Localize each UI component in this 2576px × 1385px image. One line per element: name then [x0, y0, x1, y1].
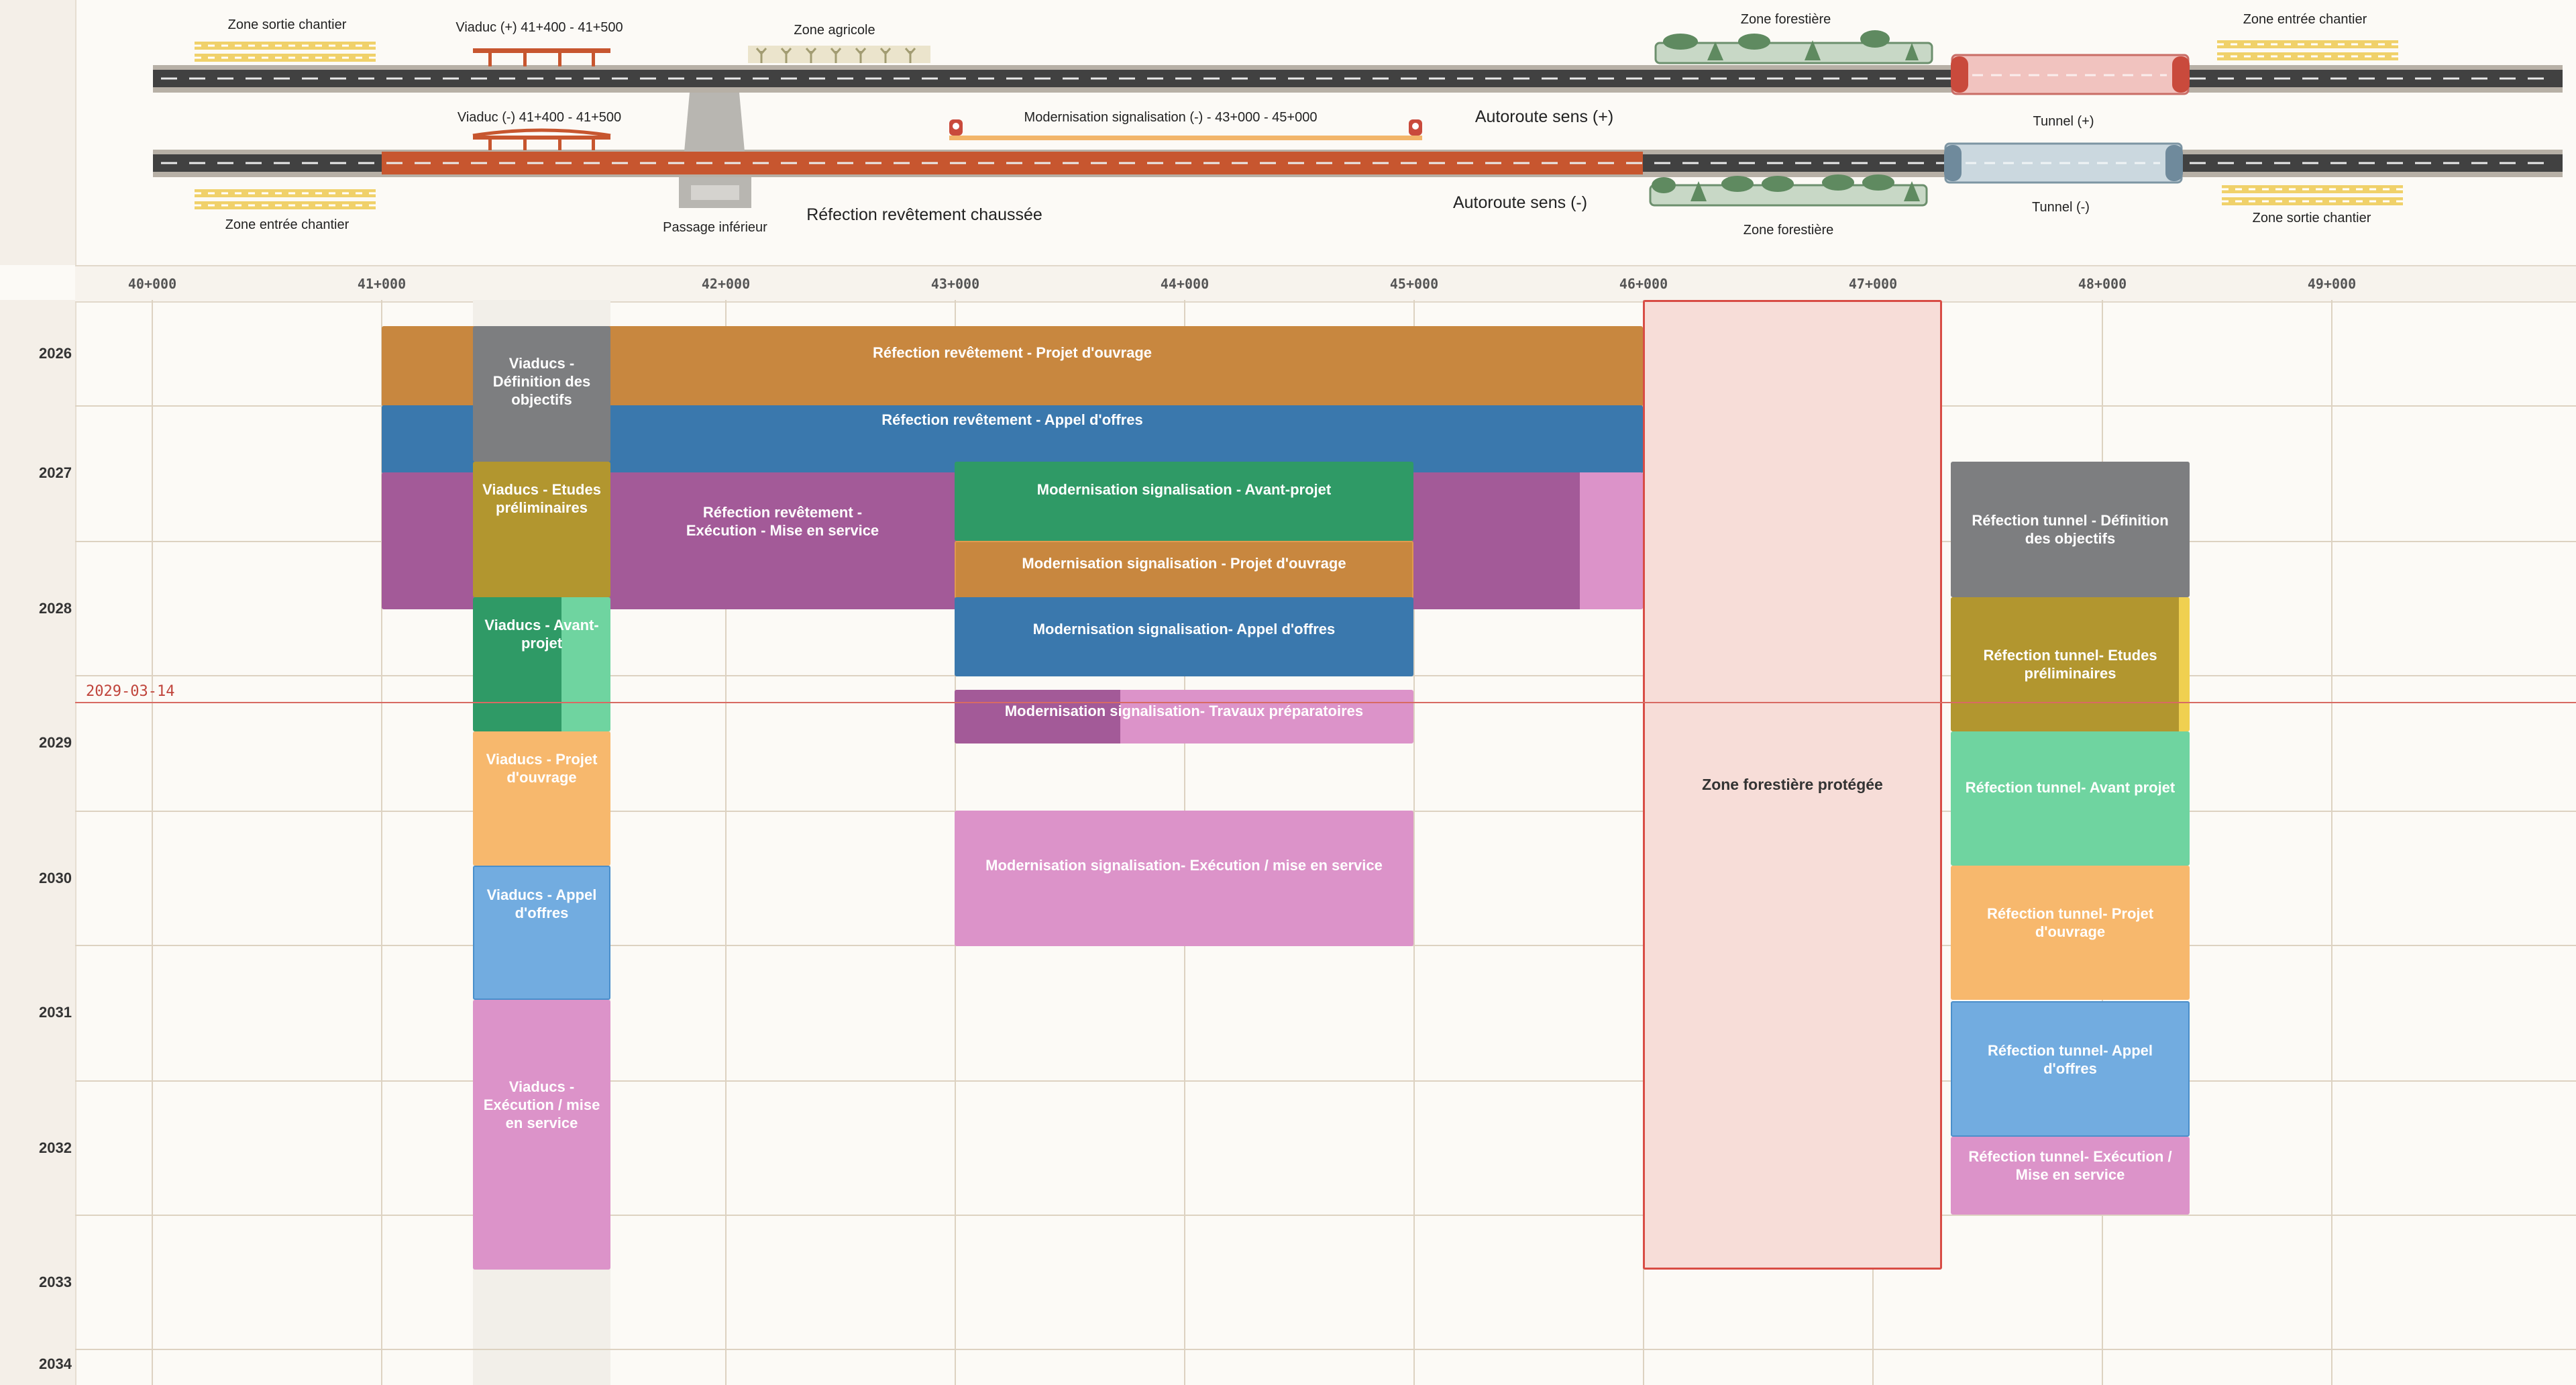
left-strip-top — [0, 0, 76, 265]
tunnel-plus-icon — [1951, 54, 2190, 95]
label-zone-entree-chantier-top: Zone entrée chantier — [2243, 12, 2367, 27]
label-tunnel-minus: Tunnel (-) — [2032, 200, 2090, 215]
ruler-tick: 41+000 — [357, 276, 407, 292]
task-mod-projet-ouvrage[interactable]: Modernisation signalisation - Projet d'o… — [955, 541, 1413, 599]
task-mod-appel-offres[interactable]: Modernisation signalisation- Appel d'off… — [955, 597, 1413, 676]
zone-sortie-chantier-icon — [195, 42, 376, 62]
year-label: 2031 — [39, 1004, 72, 1021]
year-label: 2027 — [39, 464, 72, 481]
label-zone-forestiere-bottom: Zone forestière — [1743, 223, 1834, 238]
underpass-icon — [679, 93, 751, 208]
ruler-tick: 40+000 — [127, 276, 177, 292]
task-tunnel-definition[interactable]: Réfection tunnel - Définition des object… — [1951, 462, 2190, 597]
label-zone-sortie-chantier: Zone sortie chantier — [227, 17, 347, 32]
label-refection-chaussee: Réfection revêtement chaussée — [806, 205, 1042, 224]
label-tunnel-plus: Tunnel (+) — [2033, 114, 2094, 129]
ruler-tick: 43+000 — [930, 276, 980, 292]
task-refection-execution-label: Réfection revêtement - Exécution - Mise … — [686, 504, 879, 539]
year-label: 2032 — [39, 1139, 72, 1156]
year-axis-strip — [0, 300, 76, 1385]
task-tunnel-execution[interactable]: Réfection tunnel- Exécution / Mise en se… — [1951, 1137, 2190, 1215]
grid-line-horizontal — [75, 1080, 2576, 1082]
grid-line-vertical — [2331, 300, 2332, 1385]
label-modernisation-signalisation: Modernisation signalisation (-) - 43+000… — [1024, 110, 1318, 125]
kilometer-ruler: 40+000 41+000 42+000 43+000 44+000 45+00… — [75, 265, 2576, 303]
label-zone-sortie-chantier-bottom: Zone sortie chantier — [2252, 211, 2371, 225]
task-mod-execution[interactable]: Modernisation signalisation- Exécution /… — [955, 811, 1413, 946]
task-viaducs-projet-ouvrage[interactable]: Viaducs - Projet d'ouvrage — [473, 731, 610, 866]
year-label: 2026 — [39, 345, 72, 362]
task-tunnel-appel-offres[interactable]: Réfection tunnel- Appel d'offres — [1951, 1001, 2190, 1137]
forest-zone-bottom-icon — [1649, 174, 1928, 207]
label-viaduc-minus: Viaduc (-) 41+400 - 41+500 — [457, 110, 622, 125]
forest-zone-top-icon — [1654, 30, 1933, 64]
ruler-tick: 47+000 — [1848, 276, 1898, 292]
label-autoroute-minus: Autoroute sens (-) — [1452, 193, 1588, 212]
road-plus — [153, 65, 2563, 93]
ruler-tick: 45+000 — [1389, 276, 1439, 292]
ruler-tick: 46+000 — [1619, 276, 1668, 292]
task-viaducs-execution[interactable]: Viaducs - Exécution / mise en service — [473, 1000, 610, 1270]
today-marker-line — [75, 702, 2576, 703]
highway-diagram — [64, 30, 2563, 258]
zone-entree-chantier-right-icon — [2217, 40, 2398, 60]
year-label: 2028 — [39, 600, 72, 617]
label-zone-entree-chantier-bottom: Zone entrée chantier — [225, 217, 350, 232]
task-tunnel-avant-projet[interactable]: Réfection tunnel- Avant projet — [1951, 731, 2190, 866]
task-mod-travaux-label: Modernisation signalisation- Travaux pré… — [1004, 703, 1364, 719]
task-refection-execution-progress — [1580, 472, 1643, 609]
grid-line-horizontal — [75, 1349, 2576, 1350]
protected-forest-zone[interactable]: Zone forestière protégée — [1643, 300, 1942, 1270]
label-autoroute-plus: Autoroute sens (+) — [1474, 107, 1614, 126]
today-marker-label: 2029-03-14 — [86, 683, 175, 700]
zone-entree-chantier-icon — [195, 189, 376, 209]
ruler-tick: 44+000 — [1160, 276, 1210, 292]
year-label: 2029 — [39, 734, 72, 751]
agricultural-zone-icon — [748, 46, 930, 63]
grid-line-vertical — [152, 300, 153, 1385]
task-viaducs-etudes[interactable]: Viaducs - Etudes préliminaires — [473, 462, 610, 597]
year-label: 2030 — [39, 870, 72, 886]
task-tunnel-projet-ouvrage[interactable]: Réfection tunnel- Projet d'ouvrage — [1951, 866, 2190, 1000]
site-overview-panel: Zone sortie chantier Viaduc (+) 41+400 -… — [0, 0, 2576, 265]
ruler-tick: 42+000 — [701, 276, 751, 292]
task-mod-avant-projet[interactable]: Modernisation signalisation - Avant-proj… — [955, 462, 1413, 541]
zone-sortie-chantier-right-icon — [2222, 185, 2403, 205]
task-viaducs-appel-offres[interactable]: Viaducs - Appel d'offres — [473, 866, 610, 1000]
label-zone-agricole: Zone agricole — [794, 23, 875, 38]
label-passage-inferieur: Passage inférieur — [663, 220, 767, 235]
task-viaducs-avant-projet-label: Viaducs - Avant- projet — [484, 617, 599, 652]
road-minus — [153, 150, 2563, 177]
tunnel-minus-icon — [1944, 142, 2183, 184]
viaduct-plus-icon — [473, 48, 610, 66]
task-viaducs-definition[interactable]: Viaducs - Définition des objectifs — [473, 326, 610, 462]
viaduct-minus-icon — [472, 128, 611, 150]
label-zone-forestiere-top: Zone forestière — [1740, 12, 1831, 27]
year-label: 2034 — [39, 1355, 72, 1372]
task-tunnel-etudes-label: Réfection tunnel- Etudes préliminaires — [1983, 647, 2157, 682]
ruler-tick: 49+000 — [2307, 276, 2357, 292]
ruler-tick: 48+000 — [2078, 276, 2127, 292]
label-viaduc-plus: Viaduc (+) 41+400 - 41+500 — [455, 20, 623, 35]
grid-line-horizontal — [75, 1215, 2576, 1216]
year-label: 2033 — [39, 1274, 72, 1290]
